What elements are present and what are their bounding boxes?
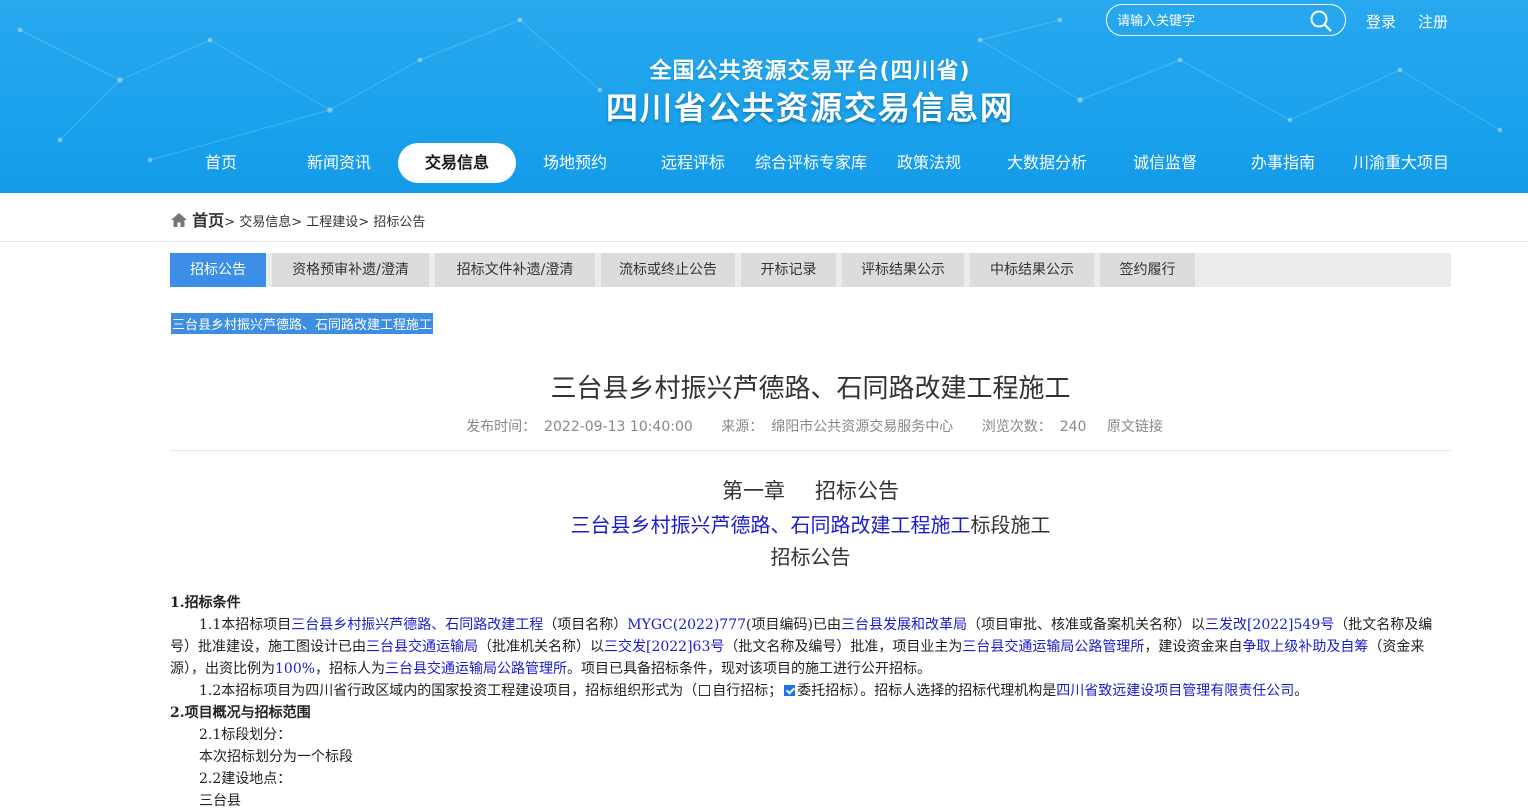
tab-contract[interactable]: 签约履行: [1100, 253, 1195, 287]
section-2-heading: 2.项目概况与招标范围: [170, 705, 311, 721]
article-title: 三台县乡村振兴芦德路、石同路改建工程施工: [550, 374, 1071, 404]
selected-notice-link[interactable]: 三台县乡村振兴芦德路、石同路改建工程施工: [171, 313, 434, 334]
tab-prequal-addendum[interactable]: 资格预审补遗/澄清: [272, 253, 429, 287]
nav-guide[interactable]: 办事指南: [1224, 143, 1342, 183]
article-meta: 发布时间： 2022-09-13 10:40:00 来源： 绵阳市公共资源交易服务中…: [170, 416, 1451, 436]
paragraph-2-1-label: 2.1标段划分：: [199, 727, 292, 743]
paragraph-1-2: 1.2本招标项目为四川省行政区域内的国家投资工程建设项目，招标组织形式为（ 自行招…: [199, 683, 1309, 699]
platform-subtitle: 全国公共资源交易平台(四川省): [649, 59, 971, 84]
source-value: 绵阳市公共资源交易服务中心: [771, 419, 954, 435]
search-input[interactable]: [1115, 10, 1309, 32]
source-label: 来源：: [721, 419, 764, 435]
breadcrumb-tender-notice[interactable]: 招标公告: [373, 215, 425, 230]
views-count: 240: [1059, 419, 1087, 435]
login-link[interactable]: 登录: [1366, 11, 1396, 32]
nav-big-data[interactable]: 大数据分析: [988, 143, 1106, 183]
home-icon[interactable]: [170, 212, 188, 228]
tab-doc-addendum[interactable]: 招标文件补遗/澄清: [435, 253, 595, 287]
publish-time-label: 发布时间：: [466, 419, 537, 435]
breadcrumb-engineering[interactable]: 工程建设: [306, 215, 358, 230]
category-tabs: 招标公告 资格预审补遗/澄清 招标文件补遗/澄清 流标或终止公告 开标记录 评标…: [170, 253, 1451, 287]
section-1-heading: 1.招标条件: [170, 595, 241, 611]
chapter-name: 招标公告: [815, 479, 899, 503]
paragraph-2-1-value: 本次招标划分为一个标段: [199, 749, 353, 765]
breadcrumb-home[interactable]: 首页: [192, 211, 224, 230]
search-icon[interactable]: [1309, 9, 1333, 33]
nav-home[interactable]: 首页: [162, 143, 280, 183]
paragraph-2-2-label: 2.2建设地点：: [199, 771, 292, 787]
tab-tender-notice[interactable]: 招标公告: [170, 253, 266, 287]
nav-expert-database[interactable]: 综合评标专家库: [752, 143, 870, 183]
site-header: 登录 注册 全国公共资源交易平台(四川省) 四川省公共资源交易信息网 首页 新闻…: [0, 0, 1528, 193]
divider: [170, 450, 1451, 451]
nav-venue-booking[interactable]: 场地预约: [516, 143, 634, 183]
nav-trade-info[interactable]: 交易信息: [398, 143, 516, 183]
project-name: 三台县乡村振兴芦德路、石同路改建工程施工: [570, 513, 971, 537]
notice-heading: 招标公告: [770, 545, 851, 569]
self-tender-checkbox: [699, 685, 711, 696]
nav-news[interactable]: 新闻资讯: [280, 143, 398, 183]
nav-policy[interactable]: 政策法规: [870, 143, 988, 183]
paragraph-1-1: 1.1本招标项目三台县乡村振兴芦德路、石同路改建工程（项目名称）MYGC(202…: [170, 617, 1433, 677]
search-box: [1106, 4, 1346, 36]
breadcrumb: 首页> 交易信息> 工程建设> 招标公告: [0, 193, 1528, 242]
views-label: 浏览次数：: [981, 419, 1052, 435]
nav-remote-evaluation[interactable]: 远程评标: [634, 143, 752, 183]
breadcrumb-trade-info[interactable]: 交易信息: [239, 215, 291, 230]
paragraph-2-2-value: 三台县: [199, 793, 241, 809]
chapter-number: 第一章: [722, 479, 785, 503]
original-link[interactable]: 原文链接: [1107, 419, 1163, 435]
tab-bid-opening[interactable]: 开标记录: [741, 253, 836, 287]
tab-evaluation-result[interactable]: 评标结果公示: [842, 253, 964, 287]
chapter-heading: 第一章 招标公告: [170, 475, 1451, 505]
nav-credit[interactable]: 诚信监督: [1106, 143, 1224, 183]
register-link[interactable]: 注册: [1418, 11, 1448, 32]
tab-failed-notice[interactable]: 流标或终止公告: [601, 253, 735, 287]
site-title: 四川省公共资源交易信息网: [605, 89, 1014, 127]
breadcrumb-separator: >: [224, 215, 236, 230]
breadcrumb-separator: >: [291, 215, 303, 230]
tab-award-result[interactable]: 中标结果公示: [970, 253, 1094, 287]
publish-time: 2022-09-13 10:40:00: [544, 419, 693, 435]
breadcrumb-separator: >: [358, 215, 370, 230]
subtitle-tail: 标段施工: [970, 513, 1051, 537]
entrusted-tender-checkbox: [784, 685, 796, 696]
nav-major-projects[interactable]: 川渝重大项目: [1342, 143, 1460, 183]
project-subtitle: 三台县乡村振兴芦德路、石同路改建工程施工标段施工: [170, 509, 1451, 538]
